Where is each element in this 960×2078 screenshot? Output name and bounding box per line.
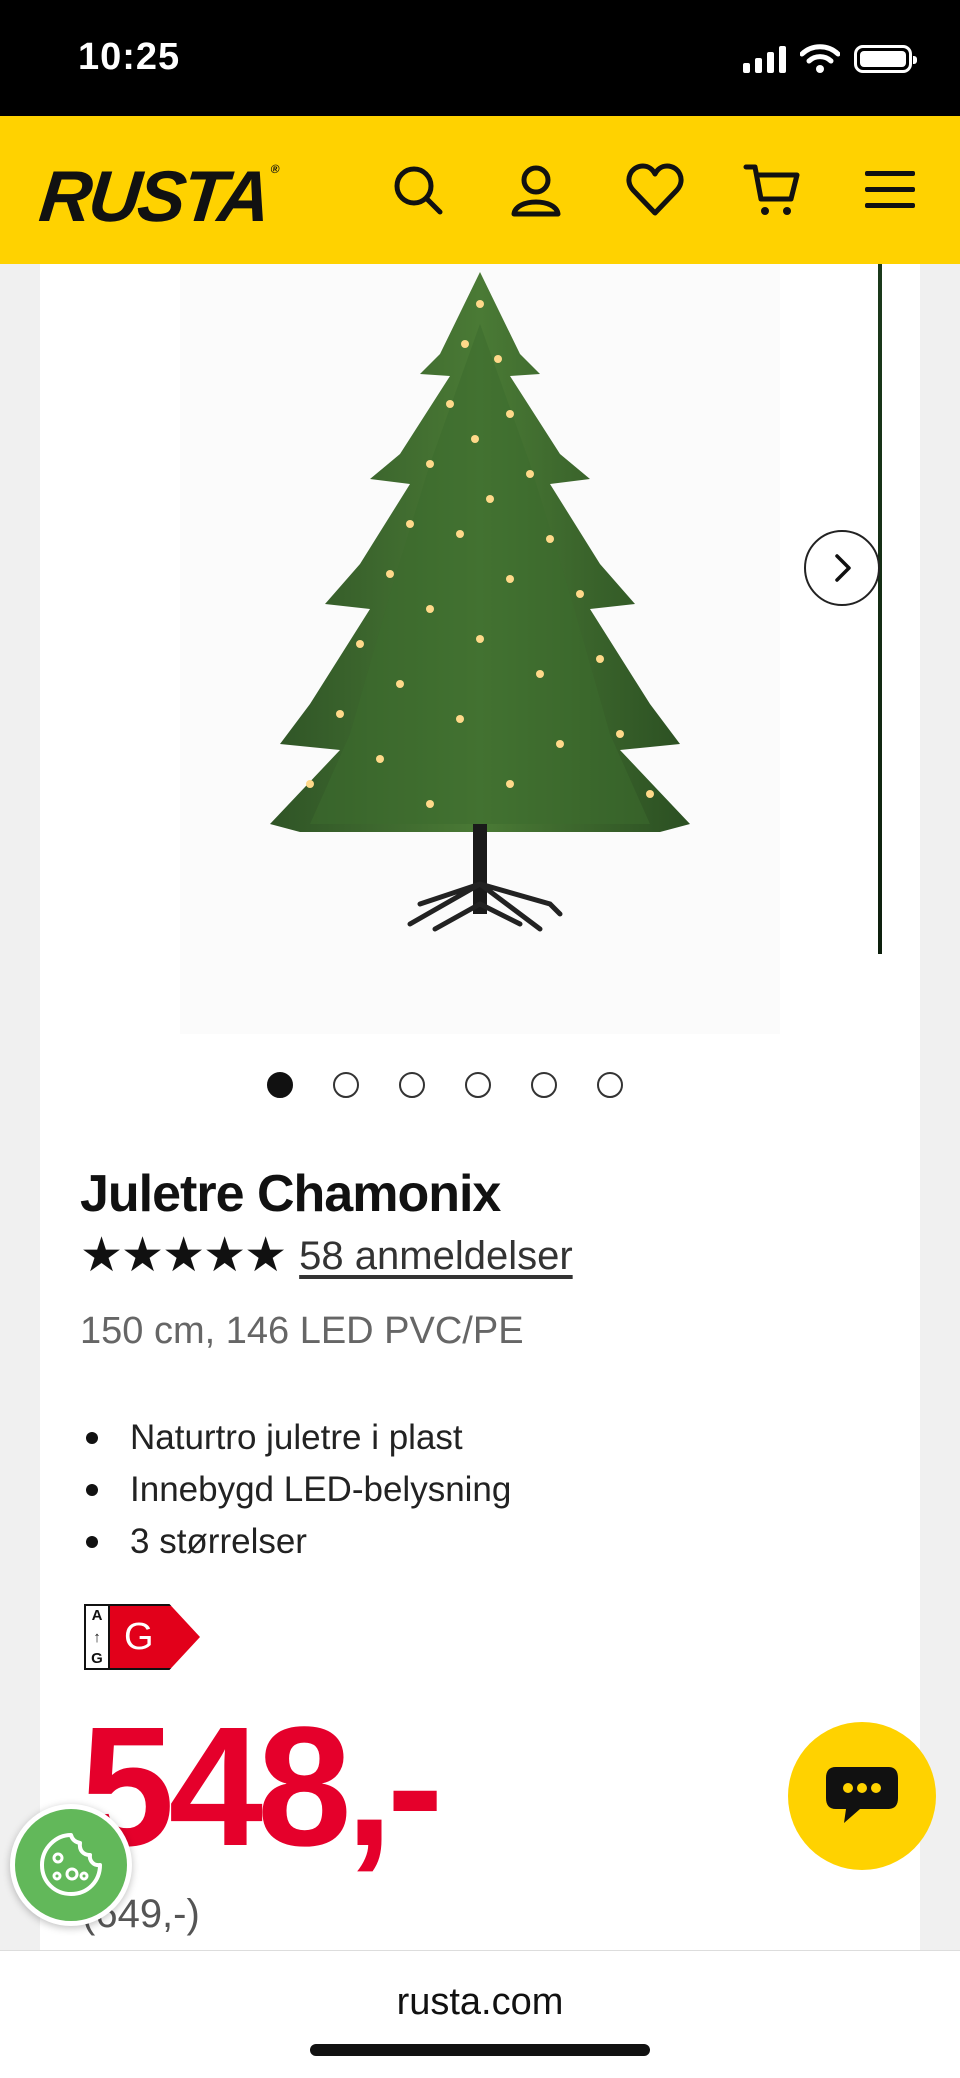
energy-label[interactable]: A ↑ G G <box>84 1604 200 1670</box>
chevron-right-icon <box>835 554 851 582</box>
cellular-signal-icon <box>743 45 786 73</box>
feature-list: Naturtro juletre i plast Innebygd LED-be… <box>80 1412 511 1568</box>
arrow-up-icon: ↑ <box>93 1628 101 1646</box>
wishlist-button[interactable] <box>623 158 687 222</box>
gallery-dot[interactable] <box>399 1072 425 1098</box>
rusta-logo[interactable]: RUSTA® <box>36 156 281 238</box>
gallery-dot[interactable] <box>267 1072 293 1098</box>
account-icon <box>511 165 561 217</box>
browser-address-bar[interactable]: rusta.com <box>0 1950 960 2078</box>
cookie-icon <box>40 1833 102 1896</box>
reviews-link[interactable]: 58 anmeldelser <box>299 1234 573 1279</box>
cart-button[interactable] <box>740 158 804 222</box>
feature-item: Innebygd LED-belysning <box>80 1464 511 1516</box>
status-time: 10:25 <box>78 36 181 78</box>
wishlist-heart-icon <box>626 163 684 216</box>
product-variant: 150 cm, 146 LED PVC/PE <box>80 1310 524 1352</box>
search-icon <box>394 166 443 215</box>
cart-icon <box>743 164 800 215</box>
status-bar: 10:25 <box>0 0 960 116</box>
gallery-pagination <box>40 1072 920 1102</box>
energy-class-badge: G <box>110 1604 200 1670</box>
gallery-dot[interactable] <box>597 1072 623 1098</box>
registered-mark: ® <box>269 162 281 176</box>
energy-scale-bottom: G <box>91 1650 103 1667</box>
logo-text: RUSTA <box>35 157 272 237</box>
search-button[interactable] <box>386 158 450 222</box>
feature-item: 3 størrelser <box>80 1516 511 1568</box>
energy-scale-icon: A ↑ G <box>84 1604 110 1670</box>
product-title: Juletre Chamonix <box>80 1165 501 1223</box>
menu-button[interactable] <box>858 158 922 222</box>
product-image[interactable] <box>180 264 780 1034</box>
status-icons <box>743 44 917 74</box>
wifi-icon <box>800 44 840 73</box>
chat-bubble-icon <box>826 1767 898 1823</box>
image-gallery[interactable] <box>40 264 920 1034</box>
gallery-next-button[interactable] <box>804 530 880 606</box>
energy-scale-top: A <box>91 1607 103 1624</box>
gallery-dot[interactable] <box>333 1072 359 1098</box>
christmas-tree-image <box>270 272 690 932</box>
cookie-settings-button[interactable] <box>10 1804 132 1926</box>
site-header: RUSTA® <box>0 116 960 264</box>
feature-item: Naturtro juletre i plast <box>80 1412 511 1464</box>
menu-icon <box>865 171 915 208</box>
current-price: 548,- <box>80 1692 443 1882</box>
gallery-dot[interactable] <box>465 1072 491 1098</box>
product-card: Juletre Chamonix ★★★★★ 58 anmeldelser 15… <box>40 264 920 1950</box>
chat-button[interactable] <box>788 1722 936 1870</box>
star-rating-icon: ★★★★★ <box>80 1229 287 1282</box>
gallery-dot[interactable] <box>531 1072 557 1098</box>
next-image-preview <box>878 264 882 954</box>
home-indicator[interactable] <box>310 2044 650 2056</box>
account-button[interactable] <box>504 158 568 222</box>
battery-icon <box>854 45 917 73</box>
url-text[interactable]: rusta.com <box>0 1981 960 2024</box>
rating-row: ★★★★★ 58 anmeldelser <box>80 1232 573 1280</box>
